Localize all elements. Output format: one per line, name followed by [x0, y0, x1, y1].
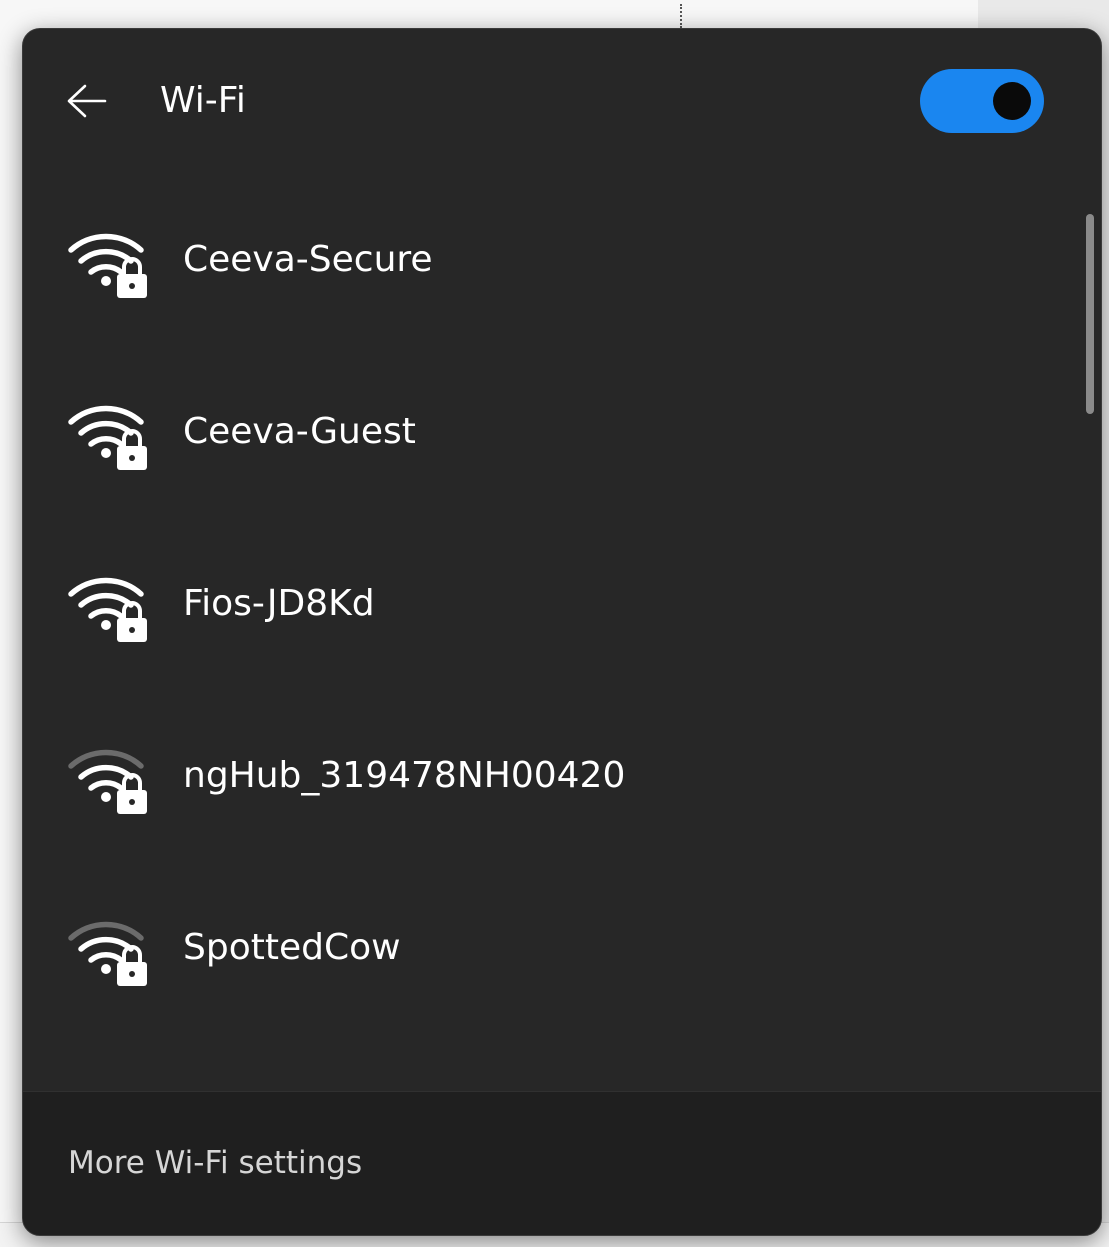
- wifi-secured-icon: [68, 749, 147, 814]
- wifi-toggle[interactable]: [920, 69, 1044, 133]
- network-item-nghub[interactable]: ngHub_319478NH00420: [23, 689, 1083, 861]
- wifi-flyout-panel: Wi-Fi Ceeva-Secure Ceeva-Guest Fios-JD8K…: [22, 28, 1102, 1236]
- network-name: SpottedCow: [183, 927, 401, 968]
- network-list: Ceeva-Secure Ceeva-Guest Fios-JD8Kd ngHu…: [23, 159, 1083, 1091]
- wifi-secured-icon: [68, 921, 147, 986]
- back-button[interactable]: [59, 77, 115, 125]
- arrow-left-icon: [67, 84, 107, 118]
- network-name: ngHub_319478NH00420: [183, 755, 626, 796]
- network-name: Fios-JD8Kd: [183, 583, 375, 624]
- network-name: Ceeva-Guest: [183, 411, 416, 452]
- scrollbar-thumb[interactable]: [1086, 214, 1094, 414]
- wifi-secured-icon: [68, 405, 147, 470]
- network-name: Ceeva-Secure: [183, 239, 433, 280]
- network-item-fios[interactable]: Fios-JD8Kd: [23, 517, 1083, 689]
- wifi-signal-icon: [67, 1078, 151, 1091]
- more-wifi-settings-link[interactable]: More Wi-Fi settings: [68, 1138, 362, 1188]
- network-item-ceeva-guest[interactable]: Ceeva-Guest: [23, 345, 1083, 517]
- wifi-secured-icon: [68, 577, 147, 642]
- page-title: Wi-Fi: [160, 80, 246, 121]
- toggle-knob: [993, 82, 1031, 120]
- wifi-header: Wi-Fi: [23, 29, 1101, 179]
- background-guide-line: [680, 4, 682, 28]
- network-item-ceeva-secure[interactable]: Ceeva-Secure: [23, 173, 1083, 345]
- flyout-footer: More Wi-Fi settings: [23, 1091, 1101, 1235]
- network-item-spottedcow[interactable]: SpottedCow: [23, 861, 1083, 1033]
- wifi-secured-icon: [68, 233, 147, 298]
- network-item-partial[interactable]: [23, 1033, 1083, 1091]
